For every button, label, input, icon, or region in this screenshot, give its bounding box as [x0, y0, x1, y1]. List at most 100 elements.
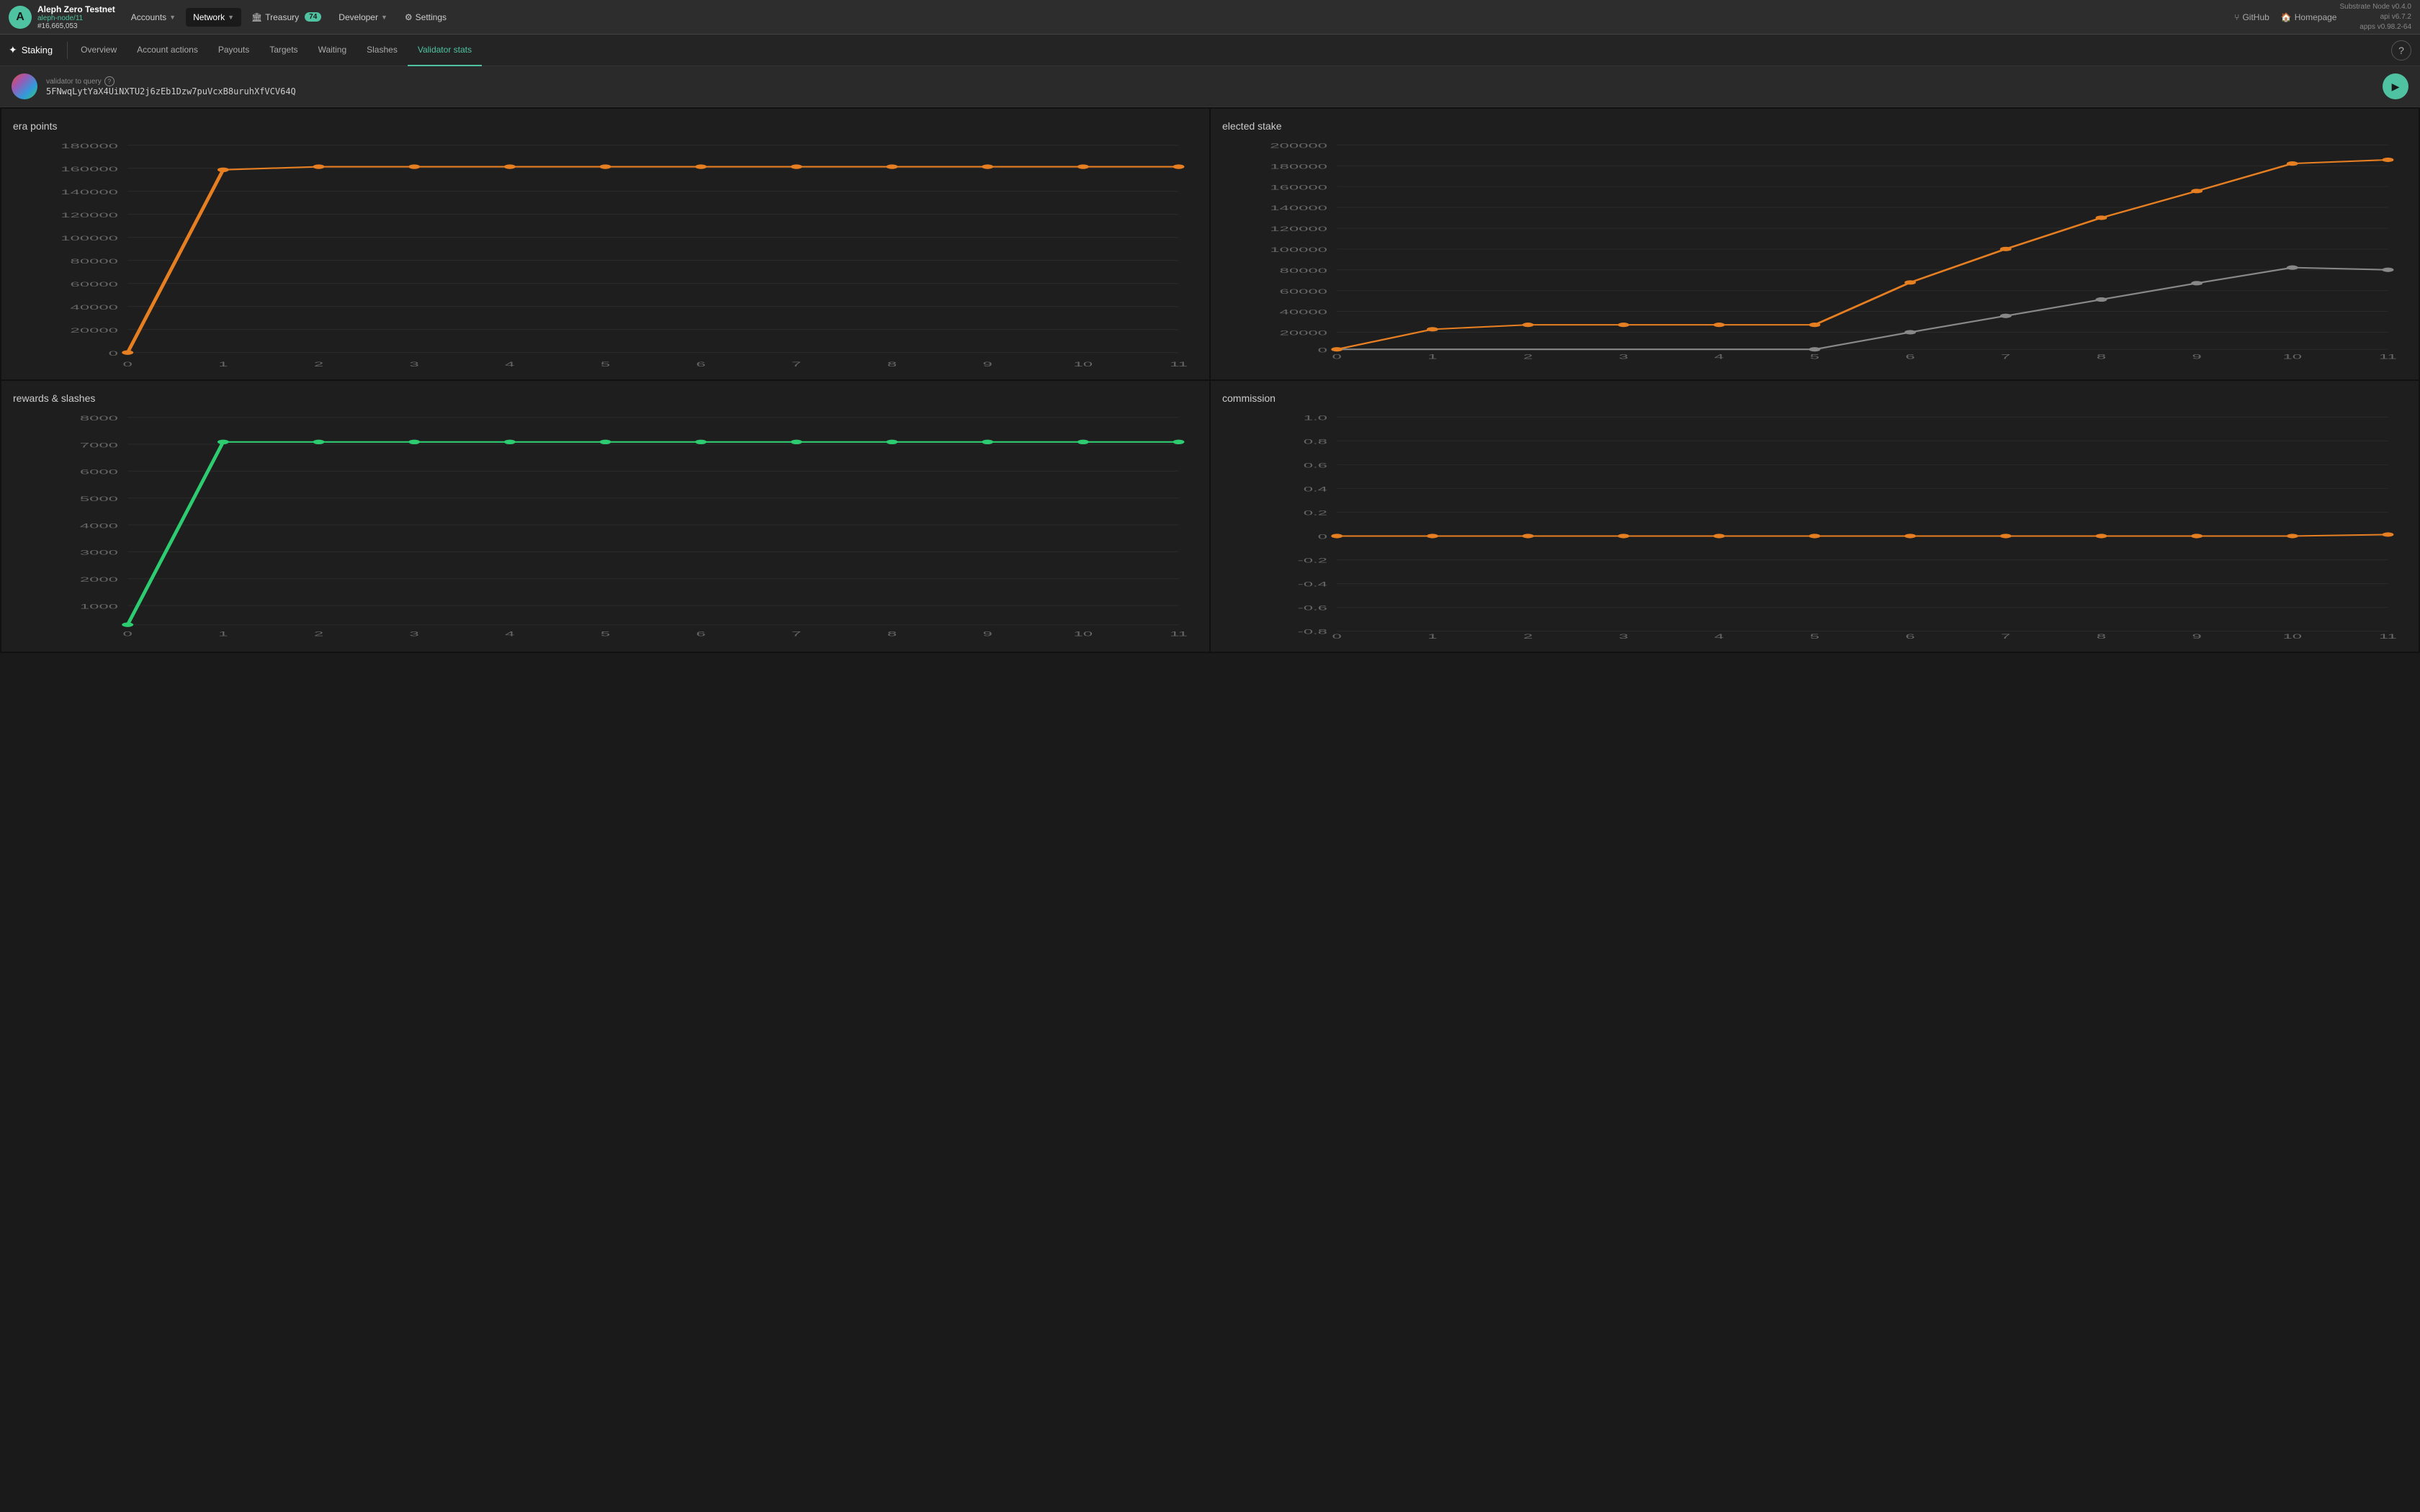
svg-text:80000: 80000: [71, 257, 118, 265]
svg-text:2: 2: [314, 630, 323, 638]
elected-stake-chart: 200000 180000 160000 140000 120000 10000…: [1222, 138, 2407, 368]
svg-text:1000: 1000: [80, 603, 118, 611]
svg-text:20000: 20000: [71, 326, 118, 334]
staking-icon: ✦: [9, 44, 17, 56]
svg-text:9: 9: [983, 630, 992, 638]
svg-text:9: 9: [983, 360, 992, 368]
svg-text:10: 10: [1074, 360, 1093, 368]
network-info: Aleph Zero Testnet aleph-node/11 #16,665…: [37, 4, 115, 30]
svg-text:10: 10: [2283, 353, 2303, 360]
svg-text:180000: 180000: [1270, 163, 1327, 170]
staking-bar: ✦ Staking Overview Account actions Payou…: [0, 35, 2420, 66]
github-label: GitHub: [2242, 12, 2269, 22]
validator-address: 5FNwqLytYaX4UiNXTU2j6zEb1Dzw7puVcxB8uruh…: [46, 86, 2374, 96]
network-nav[interactable]: Network ▼: [186, 8, 241, 27]
svg-text:160000: 160000: [60, 165, 118, 173]
svg-text:140000: 140000: [1270, 204, 1327, 212]
tab-targets[interactable]: Targets: [259, 35, 308, 66]
svg-text:8000: 8000: [80, 414, 118, 422]
homepage-icon: 🏠: [2281, 12, 2292, 22]
svg-text:4: 4: [1714, 633, 1724, 640]
accounts-label: Accounts: [131, 12, 166, 22]
developer-chevron: ▼: [381, 14, 387, 21]
svg-text:4: 4: [505, 360, 514, 368]
svg-text:6: 6: [1906, 353, 1915, 360]
staking-label: ✦ Staking: [9, 44, 53, 56]
elected-stake-title: elected stake: [1222, 120, 2407, 132]
svg-text:11: 11: [2379, 353, 2397, 360]
svg-text:5: 5: [601, 630, 610, 638]
svg-text:3: 3: [410, 630, 419, 638]
svg-text:0: 0: [1318, 346, 1327, 354]
svg-text:9: 9: [2192, 353, 2202, 360]
developer-nav[interactable]: Developer ▼: [331, 8, 395, 27]
substrate-version: Substrate Node v0.4.0: [2339, 2, 2411, 12]
accounts-nav[interactable]: Accounts ▼: [124, 8, 183, 27]
svg-text:40000: 40000: [1280, 308, 1327, 315]
validator-avatar: [12, 73, 37, 99]
rewards-slashes-panel: rewards & slashes 8000 7000 6000 5000 40…: [1, 381, 1209, 652]
right-links: ⑂ GitHub 🏠 Homepage: [2234, 12, 2336, 22]
svg-text:1.0: 1.0: [1304, 414, 1327, 421]
svg-text:160000: 160000: [1270, 184, 1327, 191]
api-version: api v6.7.2: [2339, 12, 2411, 22]
svg-text:4: 4: [505, 630, 514, 638]
tab-payouts[interactable]: Payouts: [208, 35, 259, 66]
app-logo[interactable]: A: [9, 6, 32, 29]
svg-text:8: 8: [887, 360, 897, 368]
svg-text:5: 5: [1810, 353, 1819, 360]
github-link[interactable]: ⑂ GitHub: [2234, 12, 2269, 22]
apps-version: apps v0.98.2-64: [2339, 22, 2411, 32]
treasury-badge: 74: [305, 12, 321, 22]
svg-text:0: 0: [1332, 633, 1342, 640]
svg-text:2: 2: [1523, 353, 1533, 360]
svg-text:120000: 120000: [60, 211, 118, 219]
era-points-panel: era points 180000 160000 140000 120000 1: [1, 109, 1209, 379]
help-button[interactable]: ?: [2391, 40, 2411, 60]
validator-label: validator to query ?: [46, 76, 2374, 86]
svg-text:5: 5: [1810, 633, 1819, 640]
tab-account-actions[interactable]: Account actions: [127, 35, 208, 66]
tab-waiting[interactable]: Waiting: [308, 35, 357, 66]
svg-text:5: 5: [601, 360, 610, 368]
staking-text: Staking: [22, 45, 53, 55]
svg-text:0.6: 0.6: [1304, 462, 1327, 469]
svg-text:11: 11: [2379, 633, 2397, 640]
svg-text:8: 8: [2097, 353, 2106, 360]
svg-text:9: 9: [2192, 633, 2202, 640]
svg-text:7: 7: [2001, 633, 2010, 640]
treasury-nav[interactable]: 🏛 Treasury 74: [244, 8, 328, 27]
tab-validator-stats[interactable]: Validator stats: [408, 35, 482, 66]
settings-nav[interactable]: ⚙ Settings: [398, 8, 454, 27]
svg-text:4000: 4000: [80, 522, 118, 530]
svg-text:0: 0: [1318, 533, 1327, 540]
svg-text:6: 6: [696, 630, 706, 638]
svg-text:0: 0: [123, 630, 133, 638]
svg-text:7: 7: [792, 360, 801, 368]
play-button[interactable]: ▶: [2383, 73, 2408, 99]
svg-text:1: 1: [1428, 353, 1437, 360]
network-chevron: ▼: [228, 14, 234, 21]
tab-overview[interactable]: Overview: [71, 35, 127, 66]
commission-panel: commission 1.0 0.8 0.6 0.4 0.2 0: [1211, 381, 2419, 652]
github-icon: ⑂: [2234, 12, 2239, 22]
svg-text:0.8: 0.8: [1304, 438, 1327, 445]
svg-text:4: 4: [1714, 353, 1724, 360]
era-points-svg: 180000 160000 140000 120000 100000 80000…: [13, 138, 1198, 368]
svg-text:7: 7: [792, 630, 801, 638]
homepage-link[interactable]: 🏠 Homepage: [2281, 12, 2337, 22]
svg-text:11: 11: [1170, 630, 1188, 638]
block-number: #16,665,053: [37, 22, 115, 30]
svg-text:60000: 60000: [71, 280, 118, 288]
svg-text:8: 8: [887, 630, 897, 638]
version-info: Substrate Node v0.4.0 api v6.7.2 apps v0…: [2339, 2, 2411, 32]
commission-chart: 1.0 0.8 0.6 0.4 0.2 0 -0.2 -0.4 -0.6 -0.…: [1222, 410, 2407, 640]
svg-text:6000: 6000: [80, 468, 118, 476]
tab-slashes[interactable]: Slashes: [357, 35, 408, 66]
svg-text:2000: 2000: [80, 575, 118, 583]
commission-title: commission: [1222, 392, 2407, 404]
commission-svg: 1.0 0.8 0.6 0.4 0.2 0 -0.2 -0.4 -0.6 -0.…: [1222, 410, 2407, 640]
svg-text:2: 2: [314, 360, 323, 368]
svg-text:7000: 7000: [80, 441, 118, 449]
svg-text:11: 11: [1170, 360, 1188, 368]
